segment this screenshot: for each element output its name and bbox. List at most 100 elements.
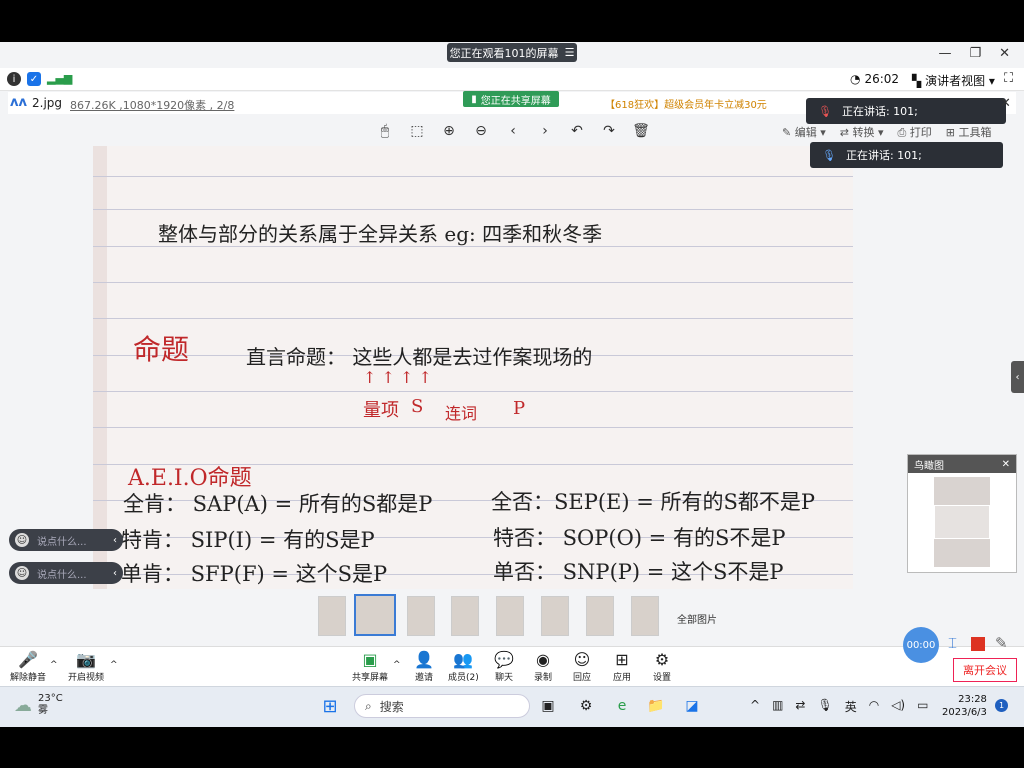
reactions-button[interactable]: ☺ 回应 bbox=[573, 650, 591, 683]
note-predicate: P bbox=[513, 398, 526, 419]
shield-icon[interactable]: ✓ bbox=[27, 72, 41, 86]
file-meta[interactable]: 867.26K ,1080*1920像素 , 2/8 bbox=[70, 97, 234, 113]
unmute-button[interactable]: 🎤 解除静音 bbox=[10, 650, 46, 683]
next-icon[interactable]: › bbox=[536, 122, 554, 140]
invite-button[interactable]: 👤 邀请 bbox=[414, 650, 434, 683]
start-video-button[interactable]: 📷 开启视频 bbox=[68, 650, 104, 683]
members-button[interactable]: 👥 成员(2) bbox=[448, 650, 479, 683]
viewer-toolbar: 🖱 ⬚ ⊕ ⊖ ‹ › ↶ ↷ 🗑 bbox=[376, 122, 650, 140]
thumbnail[interactable] bbox=[631, 596, 659, 636]
viewport-frame[interactable] bbox=[934, 505, 990, 539]
chat-input[interactable]: ☺ 说点什么... ‹ bbox=[9, 562, 123, 584]
chevron-up-icon[interactable]: ^ bbox=[393, 660, 401, 670]
info-icon[interactable]: i bbox=[7, 72, 21, 86]
fullscreen-icon[interactable]: ⛶ bbox=[1004, 71, 1013, 86]
close-icon[interactable]: ✕ bbox=[999, 46, 1010, 61]
pen-icon[interactable]: ✎ bbox=[995, 634, 1008, 652]
zoom-in-icon[interactable]: ⊕ bbox=[440, 122, 458, 140]
delete-icon[interactable]: 🗑 bbox=[632, 122, 650, 140]
minimize-icon[interactable]: — bbox=[938, 46, 951, 61]
chat-input[interactable]: ☺ 说点什么... ‹ bbox=[9, 529, 123, 551]
app-tray-icon[interactable]: ▥ bbox=[772, 698, 783, 715]
promo-link[interactable]: 【618狂欢】超级会员年卡立减30元 bbox=[605, 96, 767, 111]
browser-icon[interactable]: e bbox=[612, 696, 632, 716]
toolbox-button[interactable]: ⊞ 工具箱 bbox=[946, 124, 992, 140]
restore-icon[interactable]: ❐ bbox=[969, 46, 981, 61]
thumbnail[interactable] bbox=[541, 596, 569, 636]
zoom-out-icon[interactable]: ⊖ bbox=[472, 122, 490, 140]
file-explorer-icon[interactable]: 📁 bbox=[646, 696, 666, 716]
weather-widget[interactable]: ☁ 23°C 雾 bbox=[14, 693, 63, 717]
print-button[interactable]: ⎙ 打印 bbox=[898, 124, 932, 140]
birds-eye-view-header: 鸟瞰图 ✕ bbox=[908, 455, 1016, 473]
menu-icon[interactable]: ☰ bbox=[565, 46, 575, 59]
convert-button[interactable]: ⇄ 转换 ▾ bbox=[840, 124, 884, 140]
chevron-left-icon[interactable]: ‹ bbox=[113, 535, 117, 546]
input-method[interactable]: 英 bbox=[845, 698, 857, 715]
mouse-icon[interactable]: 🖱 bbox=[376, 122, 394, 140]
birds-eye-view-panel: 鸟瞰图 ✕ bbox=[907, 454, 1017, 573]
emoji-icon[interactable]: ☺ bbox=[15, 533, 29, 547]
apps-button[interactable]: ⊞ 应用 bbox=[613, 650, 631, 683]
sync-icon[interactable]: ⇄ bbox=[795, 698, 805, 715]
start-video-label: 开启视频 bbox=[68, 673, 105, 683]
windows-start-icon[interactable]: ⊞ bbox=[320, 696, 340, 717]
thumbnail[interactable] bbox=[451, 596, 479, 636]
chevron-up-icon[interactable]: ^ bbox=[50, 660, 58, 670]
invite-label: 邀请 bbox=[414, 673, 433, 683]
taskbar-search[interactable]: ⌕ 搜索 bbox=[354, 694, 530, 718]
note-line-1: 整体与部分的关系属于全异关系 eg: 四季和秋冬季 bbox=[158, 222, 603, 246]
record-icon: ◉ bbox=[536, 650, 550, 669]
volume-icon[interactable]: ◁) bbox=[891, 698, 905, 715]
birds-eye-view-title: 鸟瞰图 bbox=[914, 460, 944, 472]
chevron-up-icon[interactable]: ^ bbox=[110, 660, 118, 670]
all-images-link[interactable]: 全部图片 bbox=[677, 611, 717, 626]
mic-icon[interactable]: 🎙 bbox=[817, 698, 832, 715]
speaker-text: 正在讲话: 101; bbox=[845, 149, 922, 162]
thumbnail[interactable] bbox=[586, 596, 614, 636]
sharing-badge[interactable]: ▮ 您正在共享屏幕 bbox=[463, 91, 559, 107]
mic-muted-icon: 🎙 bbox=[818, 104, 832, 118]
note-row-2b: 特否： SOP(O) = 有的S不是P bbox=[493, 526, 786, 550]
thumbnail[interactable] bbox=[318, 596, 346, 636]
edit-button[interactable]: ✎ 编辑 ▾ bbox=[782, 124, 826, 140]
rotate-left-icon[interactable]: ↶ bbox=[568, 122, 586, 140]
note-row-3b: 单否： SNP(P) = 这个S不是P bbox=[493, 560, 784, 584]
notification-badge[interactable]: 1 bbox=[995, 699, 1008, 712]
close-icon[interactable]: ✕ bbox=[1002, 459, 1010, 470]
task-view-icon[interactable]: ▣ bbox=[538, 696, 558, 716]
notebook-photo: 整体与部分的关系属于全异关系 eg: 四季和秋冬季 命题 直言命题： 这些人都是… bbox=[93, 146, 853, 589]
emoji-icon[interactable]: ☺ bbox=[15, 566, 29, 580]
close-icon[interactable]: ✕ bbox=[1000, 96, 1011, 111]
chevron-left-icon[interactable]: ‹ bbox=[113, 568, 117, 579]
viewing-banner[interactable]: 您正在观看101的屏幕 ☰ bbox=[447, 43, 577, 62]
taskbar-clock[interactable]: 23:28 2023/6/3 bbox=[942, 693, 987, 719]
leave-meeting-button[interactable]: 离开会议 bbox=[953, 658, 1017, 682]
settings-app-icon[interactable]: ⚙ bbox=[576, 696, 596, 716]
battery-icon[interactable]: ▭ bbox=[917, 698, 928, 715]
wifi-icon[interactable]: ◠ bbox=[869, 698, 879, 715]
meeting-app-icon[interactable]: ◪ bbox=[682, 696, 702, 716]
settings-button[interactable]: ⚙ 设置 bbox=[653, 650, 671, 683]
note-row-1a: 全肯： SAP(A) = 所有的S都是P bbox=[123, 492, 433, 516]
thumbnail[interactable] bbox=[496, 596, 524, 636]
thumbnail-selected[interactable] bbox=[354, 594, 396, 636]
speaker-indicator: 🎙 正在讲话: 101; bbox=[810, 142, 1003, 168]
thumbnail[interactable] bbox=[407, 596, 435, 636]
chevron-up-icon[interactable]: ^ bbox=[750, 698, 760, 715]
record-button[interactable]: ◉ 录制 bbox=[534, 650, 552, 683]
fit-screen-icon[interactable]: ⬚ bbox=[408, 122, 426, 140]
time-text: 23:28 bbox=[958, 694, 987, 705]
cloud-icon: ☁ bbox=[14, 694, 32, 716]
rotate-right-icon[interactable]: ↷ bbox=[600, 122, 618, 140]
chat-button[interactable]: 💬 聊天 bbox=[494, 650, 514, 683]
cursor-icon[interactable]: ⌶ bbox=[948, 634, 957, 652]
date-text: 2023/6/3 bbox=[942, 707, 987, 718]
presenter-view-button[interactable]: ▚ 演讲者视图 ▾ bbox=[912, 72, 995, 89]
side-panel-toggle[interactable]: ‹ bbox=[1011, 361, 1024, 393]
recording-timer[interactable]: 00:00 bbox=[903, 627, 939, 663]
signal-icon[interactable]: ▂▄▆ bbox=[47, 72, 72, 85]
previous-icon[interactable]: ‹ bbox=[504, 122, 522, 140]
stop-recording-button[interactable] bbox=[971, 637, 985, 651]
share-screen-button[interactable]: ▣ 共享屏幕 bbox=[352, 650, 388, 683]
